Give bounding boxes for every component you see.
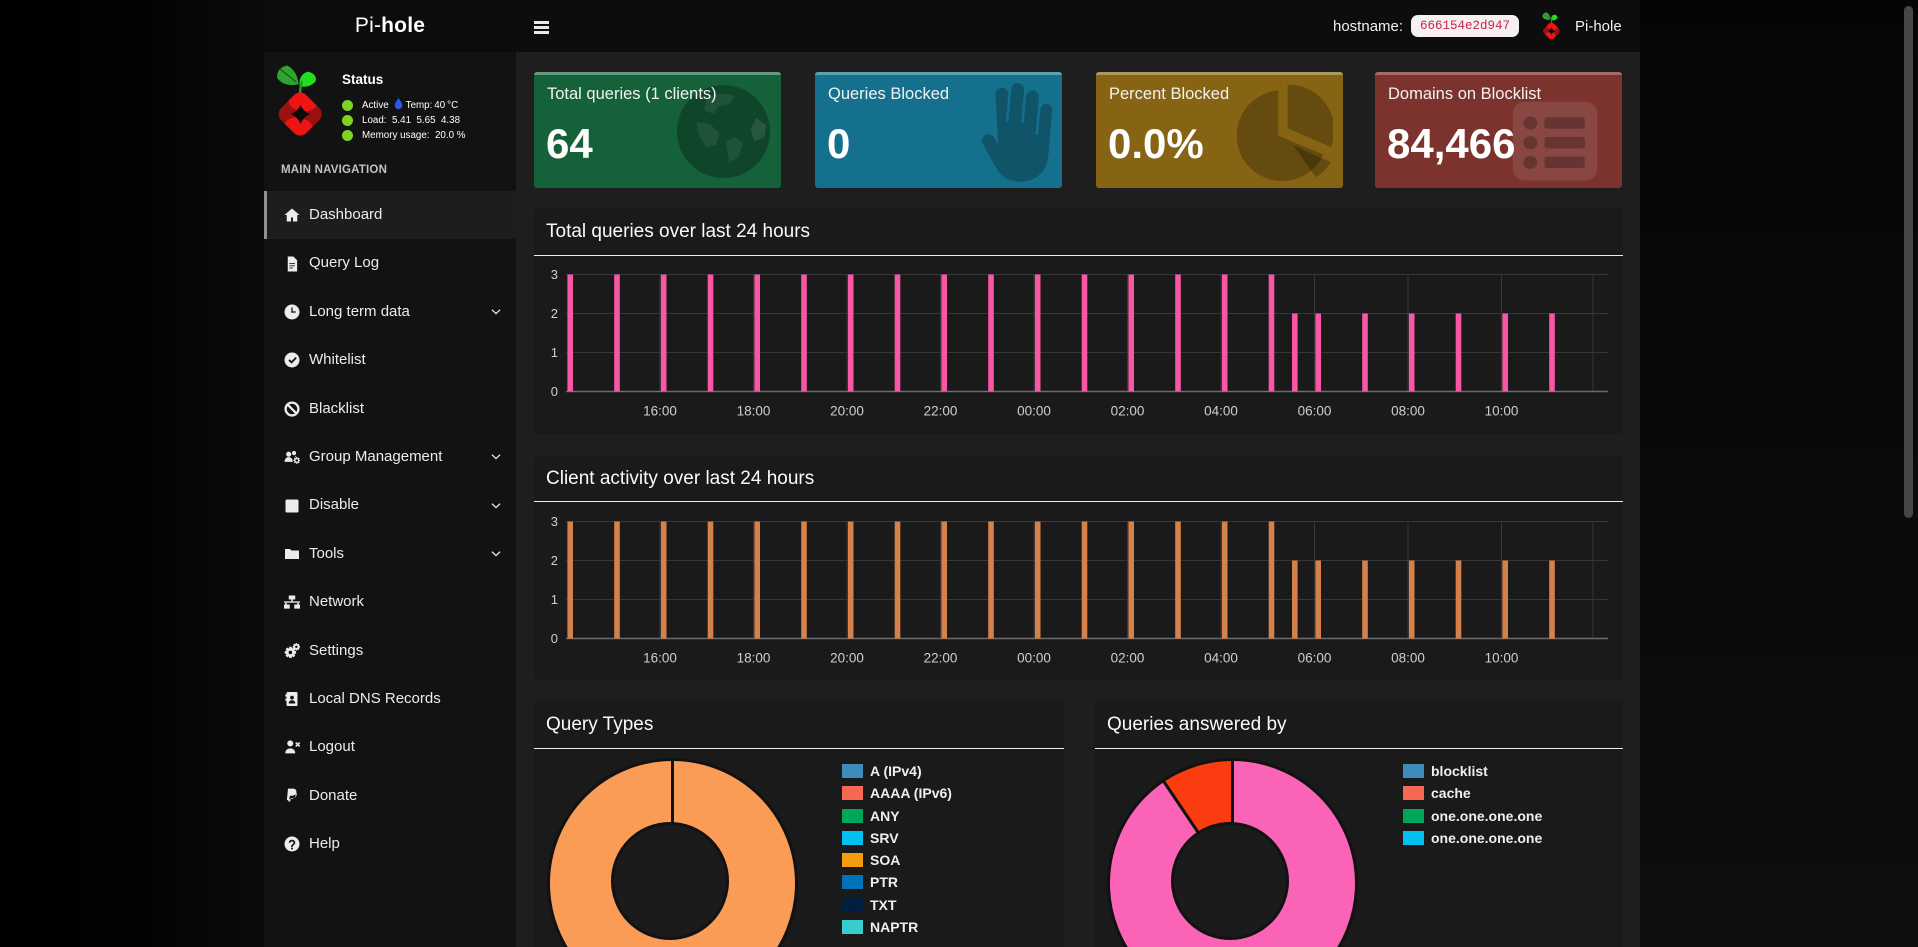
svg-text:0: 0 — [551, 631, 558, 646]
svg-text:18:00: 18:00 — [737, 404, 771, 419]
svg-text:16:00: 16:00 — [643, 404, 677, 419]
svg-text:22:00: 22:00 — [924, 650, 958, 665]
svg-text:20:00: 20:00 — [830, 404, 864, 419]
svg-text:20:00: 20:00 — [830, 650, 864, 665]
svg-text:02:00: 02:00 — [1111, 650, 1145, 665]
svg-text:22:00: 22:00 — [924, 404, 958, 419]
svg-text:02:00: 02:00 — [1111, 404, 1145, 419]
svg-text:08:00: 08:00 — [1391, 650, 1425, 665]
svg-text:1: 1 — [551, 592, 558, 607]
svg-text:1: 1 — [551, 345, 558, 360]
svg-text:0: 0 — [551, 384, 558, 399]
svg-text:08:00: 08:00 — [1391, 404, 1425, 419]
svg-text:2: 2 — [551, 306, 558, 321]
svg-text:00:00: 00:00 — [1017, 404, 1051, 419]
svg-text:06:00: 06:00 — [1298, 404, 1332, 419]
svg-text:04:00: 04:00 — [1204, 404, 1238, 419]
svg-text:10:00: 10:00 — [1485, 404, 1519, 419]
svg-text:18:00: 18:00 — [737, 650, 771, 665]
svg-text:10:00: 10:00 — [1485, 650, 1519, 665]
svg-text:16:00: 16:00 — [643, 650, 677, 665]
svg-text:3: 3 — [551, 514, 558, 529]
svg-text:2: 2 — [551, 553, 558, 568]
svg-text:00:00: 00:00 — [1017, 650, 1051, 665]
svg-text:06:00: 06:00 — [1298, 650, 1332, 665]
svg-text:04:00: 04:00 — [1204, 650, 1238, 665]
svg-text:3: 3 — [551, 267, 558, 282]
